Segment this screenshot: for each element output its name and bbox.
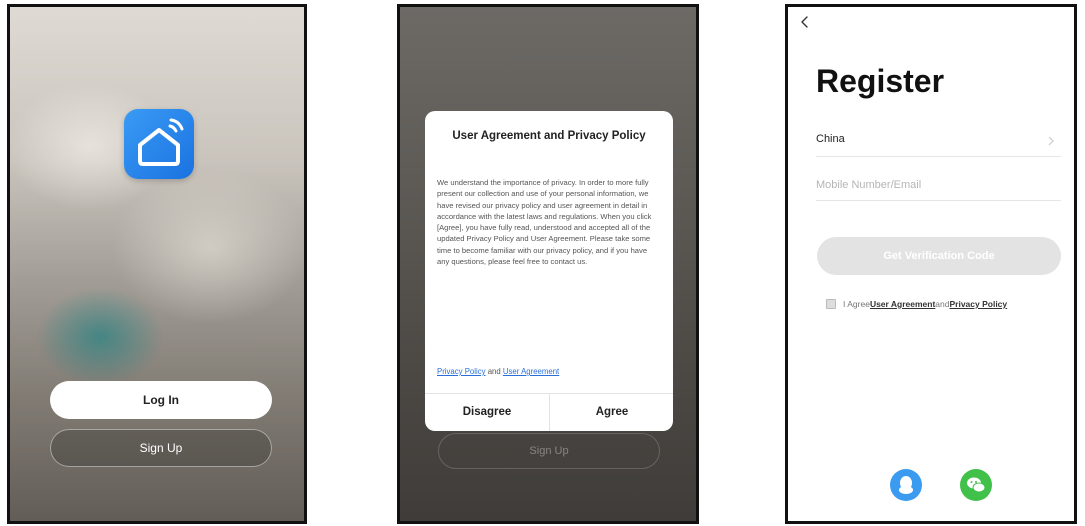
wechat-icon[interactable]: [960, 469, 992, 501]
disagree-button[interactable]: Disagree: [425, 393, 549, 431]
qq-icon[interactable]: [890, 469, 922, 501]
agree-connector: and: [935, 299, 950, 309]
signup-button-dimmed: Sign Up: [438, 433, 660, 469]
user-agreement-link[interactable]: User Agreement: [503, 367, 559, 376]
chevron-right-icon: [1047, 133, 1055, 151]
privacy-dialog-screen: Sign Up User Agreement and Privacy Polic…: [397, 4, 699, 524]
signup-button[interactable]: Sign Up: [50, 429, 272, 467]
splash-screen: Log In Sign Up: [7, 4, 307, 524]
register-screen: Register China Get Verification Code I A…: [785, 4, 1077, 524]
agree-button[interactable]: Agree: [550, 393, 673, 431]
privacy-dialog: User Agreement and Privacy Policy We und…: [425, 111, 673, 431]
agree-checkbox[interactable]: [826, 299, 836, 309]
dialog-body: We understand the importance of privacy.…: [437, 178, 652, 267]
dialog-links: Privacy Policy and User Agreement: [437, 367, 559, 376]
back-arrow-icon[interactable]: [798, 15, 812, 29]
country-value: China: [816, 133, 845, 145]
get-verification-code-button[interactable]: Get Verification Code: [817, 237, 1061, 275]
dialog-title: User Agreement and Privacy Policy: [452, 130, 646, 142]
privacy-policy-link[interactable]: Privacy Policy: [437, 367, 486, 376]
login-button[interactable]: Log In: [50, 381, 272, 419]
country-selector[interactable]: China: [816, 127, 1061, 157]
privacy-policy-link[interactable]: Privacy Policy: [949, 299, 1007, 309]
agree-prefix: I Agree: [843, 299, 870, 309]
smart-home-icon: [124, 109, 194, 179]
agreement-row: I Agree User Agreement and Privacy Polic…: [826, 296, 1007, 312]
mobile-email-field[interactable]: [816, 169, 1061, 201]
user-agreement-link[interactable]: User Agreement: [870, 299, 935, 309]
page-title: Register: [816, 63, 945, 99]
links-connector: and: [485, 367, 503, 376]
